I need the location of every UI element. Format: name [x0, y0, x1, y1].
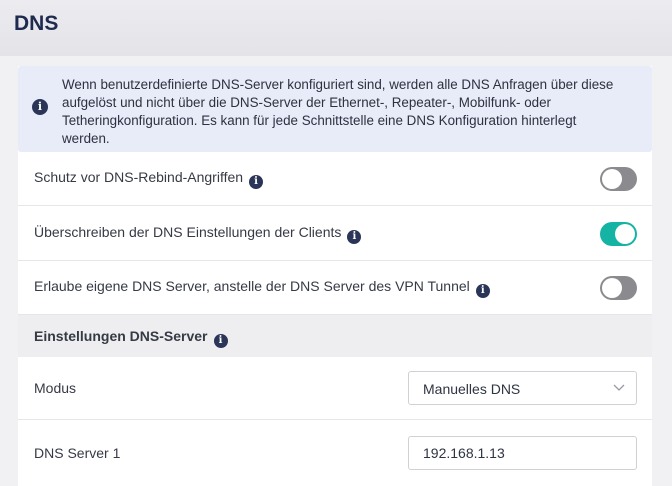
info-circle-icon[interactable]: i [213, 334, 228, 348]
info-circle-icon[interactable]: i [249, 174, 264, 189]
dns-server-1-input[interactable] [408, 436, 637, 470]
mode-select-value: Manuelles DNS [423, 381, 521, 397]
setting-row-dns-server-1: DNS Server 1 [18, 420, 652, 486]
info-circle-icon[interactable]: i [347, 229, 362, 244]
dns-server-1-label: DNS Server 1 [34, 445, 121, 461]
page-header: DNS [0, 0, 672, 56]
info-circle-icon: i [32, 99, 48, 115]
chevron-down-icon [613, 384, 625, 391]
dns-rebind-toggle[interactable] [600, 166, 637, 191]
info-banner-text: Wenn benutzerdefinierte DNS-Server konfi… [62, 77, 614, 146]
mode-label: Modus [34, 380, 77, 396]
setting-label: Schutz vor DNS-Rebind-Angriffen i [34, 169, 264, 189]
allow-own-dns-vpn-toggle[interactable] [600, 275, 637, 300]
setting-row-mode: Modus Manuelles DNS [18, 357, 652, 420]
setting-row-dns-rebind: Schutz vor DNS-Rebind-Angriffen i [18, 152, 652, 206]
override-clients-dns-toggle[interactable] [600, 221, 637, 246]
mode-select[interactable]: Manuelles DNS [408, 371, 637, 405]
setting-label: Erlaube eigene DNS Server, anstelle der … [34, 278, 490, 298]
page-title: DNS [14, 12, 59, 35]
info-circle-icon[interactable]: i [475, 283, 490, 298]
section-title: Einstellungen DNS-Server i [34, 328, 228, 348]
info-banner: i Wenn benutzerdefinierte DNS-Server kon… [18, 66, 652, 152]
setting-row-vpn-dns: Erlaube eigene DNS Server, anstelle der … [18, 261, 652, 315]
section-header-dns-server: Einstellungen DNS-Server i [18, 315, 652, 357]
dns-settings-panel: i Wenn benutzerdefinierte DNS-Server kon… [18, 66, 652, 486]
setting-label: Überschreiben der DNS Einstellungen der … [34, 224, 362, 244]
setting-row-override-clients: Überschreiben der DNS Einstellungen der … [18, 207, 652, 261]
